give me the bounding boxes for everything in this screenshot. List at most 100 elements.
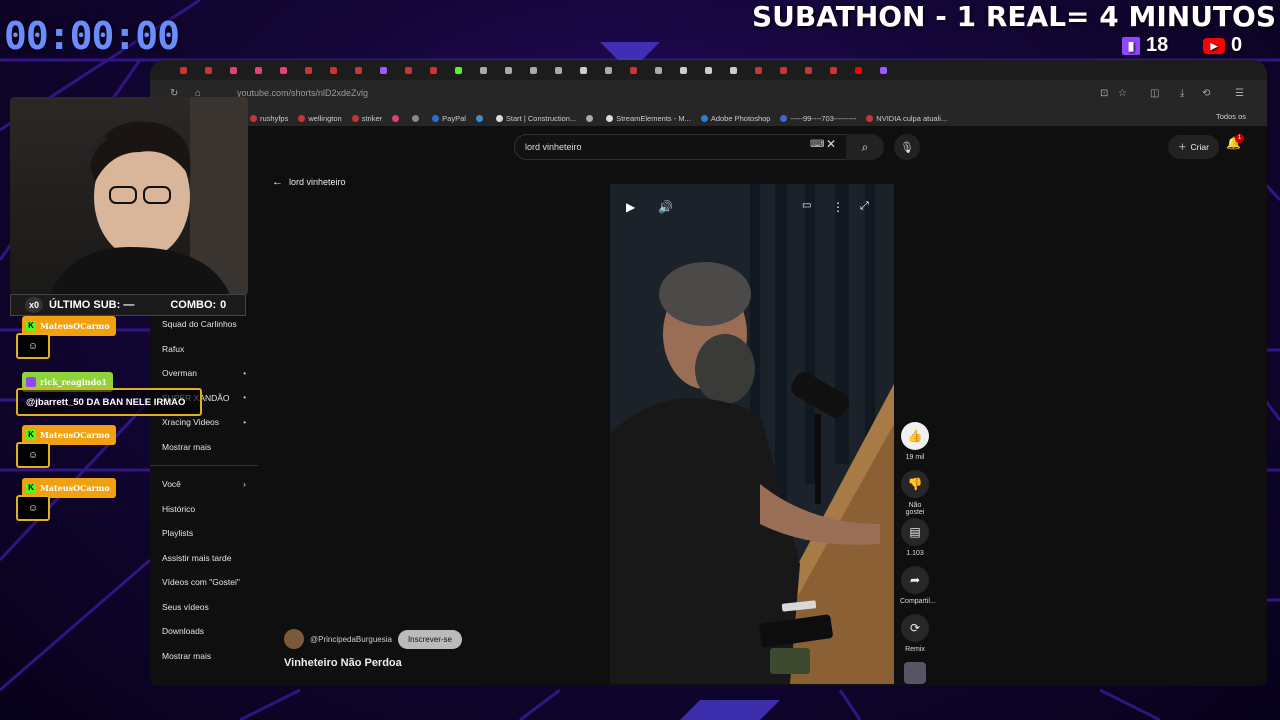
browser-tab[interactable] — [580, 63, 603, 77]
browser-tab[interactable] — [330, 63, 353, 77]
browser-tab[interactable] — [405, 63, 428, 77]
bookmark-favicon-icon — [606, 114, 614, 122]
sidebar-you-header[interactable]: Você › — [150, 472, 258, 497]
like-count: 19 mil — [905, 454, 925, 461]
browser-tab[interactable] — [505, 63, 528, 77]
browser-tab[interactable] — [805, 63, 828, 77]
browser-tab[interactable] — [880, 63, 903, 77]
browser-tab[interactable] — [380, 63, 403, 77]
share-button[interactable]: ➦ Compartil... — [900, 566, 936, 605]
bookmark-item[interactable]: rushyfps — [250, 114, 288, 123]
browser-tab[interactable] — [605, 63, 628, 77]
channel-avatar[interactable] — [284, 629, 304, 649]
browser-tab[interactable] — [480, 63, 503, 77]
sidebar-item[interactable]: Mostrar mais — [150, 644, 258, 669]
voice-search-button[interactable]: 🎙 — [894, 134, 920, 160]
browser-tab[interactable] — [630, 63, 653, 77]
history-icon[interactable]: ⟲ — [1202, 88, 1210, 99]
browser-tab[interactable] — [755, 63, 778, 77]
bookmark-item[interactable] — [412, 114, 422, 122]
browser-tab[interactable] — [705, 63, 728, 77]
sidebar-item[interactable]: Assistir mais tarde — [150, 546, 258, 571]
like-button[interactable]: 👍 19 mil — [900, 422, 930, 461]
download-icon[interactable]: ⤓ — [1180, 88, 1184, 99]
extensions-icon[interactable]: ◫ — [1150, 88, 1159, 99]
chat-username: rick_reagindo1 — [40, 377, 108, 387]
play-icon[interactable]: ▶ — [626, 200, 635, 214]
captions-icon[interactable]: ▭ — [802, 200, 811, 211]
emote-icon: ☺ — [27, 340, 39, 352]
fullscreen-icon[interactable]: ⤢ — [860, 200, 869, 213]
bookmark-item[interactable]: -----99----703--------- — [780, 114, 856, 123]
keyboard-icon[interactable]: ⌨ — [810, 139, 824, 150]
youtube-viewer-count: ▶ 0 — [1203, 34, 1242, 57]
browser-tab[interactable] — [255, 63, 278, 77]
bookmark-item[interactable]: wellington — [298, 114, 342, 123]
star-icon[interactable]: ☆ — [1118, 88, 1127, 99]
browser-tab[interactable] — [855, 63, 878, 77]
more-options-icon[interactable]: ⋮ — [832, 200, 844, 214]
sidebar-item[interactable]: Downloads — [150, 619, 258, 644]
clear-search-icon[interactable]: ✕ — [826, 137, 836, 151]
volume-icon[interactable]: 🔊 — [658, 200, 673, 214]
bookmark-item[interactable] — [392, 114, 402, 122]
browser-tab[interactable] — [205, 63, 228, 77]
sidebar-item[interactable]: Overman • — [150, 361, 258, 386]
tab-favicon-icon — [480, 66, 487, 74]
subscribe-button[interactable]: Inscrever-se — [397, 629, 462, 649]
browser-tab[interactable] — [230, 63, 253, 77]
browser-tab[interactable] — [555, 63, 578, 77]
bookmark-item[interactable]: StreamElements - M... — [606, 114, 691, 123]
sidebar-item[interactable]: Vídeos com "Gostei" — [150, 570, 258, 595]
bookmark-item[interactable] — [475, 114, 486, 122]
browser-tab[interactable] — [680, 63, 703, 77]
browser-tab[interactable] — [455, 63, 478, 77]
bookmark-label: Adobe Photoshop — [710, 113, 771, 123]
browser-tab[interactable] — [180, 63, 203, 77]
browser-tab[interactable] — [655, 63, 678, 77]
bookmark-item[interactable] — [586, 114, 596, 122]
browser-tab[interactable] — [830, 63, 853, 77]
sidebar-item[interactable]: Seus vídeos — [150, 595, 258, 620]
new-content-dot: • — [243, 417, 246, 427]
bookmark-item[interactable]: NVIDIA culpa atuali... — [866, 114, 947, 123]
sidebar-item[interactable]: Mostrar mais — [150, 435, 258, 460]
dislike-label: Não gostei — [905, 502, 925, 516]
sidebar-item[interactable]: Histórico — [150, 497, 258, 522]
sidebar-item-label: Rafux — [162, 343, 185, 354]
create-button[interactable]: ＋ Criar — [1168, 135, 1219, 159]
sidebar-item-label: Seus vídeos — [162, 601, 209, 612]
url-field[interactable]: youtube.com/shorts/nlD2xdeZvlg — [237, 88, 368, 98]
bookmark-item[interactable]: PayPal — [432, 114, 466, 123]
audio-thumbnail[interactable] — [904, 662, 926, 684]
all-bookmarks[interactable]: Todos os — [1216, 112, 1246, 121]
video-title: Vinheteiro Não Perdoa — [284, 657, 402, 669]
back-button[interactable]: ← lord vinheteiro — [272, 176, 346, 188]
share-label: Compartil... — [900, 598, 936, 605]
browser-tab[interactable] — [730, 63, 753, 77]
comments-button[interactable]: ▤ 1.103 — [900, 518, 930, 557]
video-frame — [610, 184, 894, 684]
dislike-button[interactable]: 👎 Não gostei — [900, 470, 930, 516]
search-button[interactable]: ⌕ — [846, 134, 884, 160]
browser-tab[interactable] — [780, 63, 803, 77]
remix-button[interactable]: ⟳ Remix — [897, 614, 933, 653]
sidebar-item-label: Overman — [162, 368, 197, 379]
emote-icon: ☺ — [27, 449, 39, 461]
tab-favicon-icon — [430, 66, 437, 74]
sidebar-item[interactable]: Rafux — [150, 337, 258, 362]
bookmark-item[interactable]: Start | Construction... — [495, 114, 576, 123]
tab-favicon-icon — [355, 66, 362, 74]
browser-tab[interactable] — [280, 63, 303, 77]
browser-tab[interactable] — [355, 63, 378, 77]
bookmark-item[interactable]: Adobe Photoshop — [700, 113, 771, 123]
browser-tab[interactable] — [530, 63, 553, 77]
bookmark-item[interactable]: striker — [351, 114, 382, 123]
sidebar-item[interactable]: Playlists — [150, 521, 258, 546]
shorts-video-player[interactable]: ▶ 🔊 ▭ ⋮ ⤢ — [610, 184, 894, 684]
menu-icon[interactable]: ☰ — [1235, 88, 1244, 99]
install-icon[interactable]: ⊡ — [1100, 88, 1108, 99]
browser-tab[interactable] — [305, 63, 328, 77]
browser-tab[interactable] — [430, 63, 453, 77]
channel-name[interactable]: @PrincipedaBurguesia — [310, 635, 392, 644]
